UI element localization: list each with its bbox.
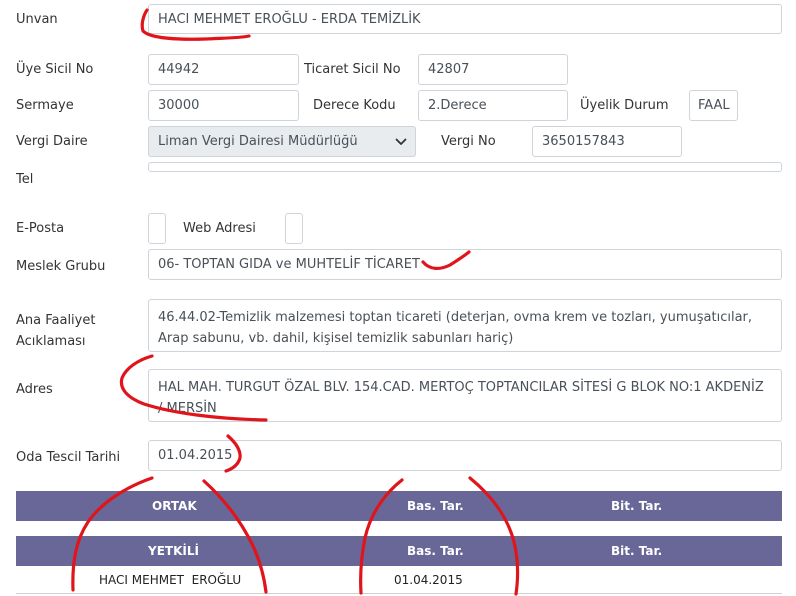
vergi-daire-value: Liman Vergi Dairesi Müdürlüğü — [158, 134, 358, 149]
meslek-grubu-field[interactable]: 06- TOPTAN GIDA ve MUHTELİF TİCARET — [148, 249, 782, 280]
sermaye-field[interactable]: 30000 — [148, 90, 299, 121]
chevron-down-icon — [395, 138, 407, 146]
ana-faaliyet-label: Ana Faaliyet Acıklaması — [16, 310, 95, 352]
vergi-no-label: Vergi No — [441, 134, 496, 149]
yetkili-header-name: YETKİLİ — [148, 544, 199, 558]
vergi-daire-label: Vergi Daire — [16, 134, 88, 149]
adres-label: Adres — [16, 382, 53, 397]
yetkili-name-cell: HACI MEHMET EROĞLU — [99, 573, 242, 587]
web-adresi-field[interactable] — [285, 213, 303, 244]
sermaye-label: Sermaye — [16, 98, 74, 113]
unvan-label: Unvan — [16, 12, 58, 27]
eposta-field[interactable] — [148, 213, 166, 244]
adres-field[interactable]: HAL MAH. TURGUT ÖZAL BLV. 154.CAD. MERTO… — [148, 369, 782, 422]
unvan-field[interactable]: HACI MEHMET EROĞLU - ERDA TEMİZLİK — [148, 4, 782, 34]
uyelik-durum-label: Üyelik Durum — [580, 98, 669, 113]
uye-sicil-label: Üye Sicil No — [16, 62, 94, 77]
ortak-header-name: ORTAK — [152, 499, 197, 513]
vergi-no-field[interactable]: 3650157843 — [532, 126, 682, 157]
uye-sicil-field[interactable]: 44942 — [148, 54, 299, 85]
yetkili-header-bit-tar: Bit. Tar. — [611, 544, 663, 558]
oda-tescil-field[interactable]: 01.04.2015 — [148, 440, 782, 471]
uyelik-durum-field[interactable]: FAAL — [689, 90, 738, 121]
yetkili-bas-tar-cell: 01.04.2015 — [394, 573, 463, 587]
ana-faaliyet-label-line2: Acıklaması — [16, 334, 86, 349]
ana-faaliyet-label-line1: Ana Faaliyet — [16, 313, 96, 328]
derece-kodu-field[interactable]: 2.Derece — [418, 90, 568, 121]
tel-label: Tel — [16, 172, 34, 187]
tel-field[interactable] — [148, 162, 782, 172]
vergi-daire-select[interactable]: Liman Vergi Dairesi Müdürlüğü — [148, 126, 416, 157]
ortak-header-bas-tar: Bas. Tar. — [407, 499, 464, 513]
yetkili-header-bas-tar: Bas. Tar. — [407, 544, 464, 558]
oda-tescil-label: Oda Tescil Tarihi — [16, 450, 121, 465]
web-adresi-label: Web Adresi — [183, 221, 256, 236]
ticaret-sicil-label: Ticaret Sicil No — [304, 62, 401, 77]
yetkili-table-header: YETKİLİ Bas. Tar. Bit. Tar. — [16, 536, 782, 566]
ticaret-sicil-field[interactable]: 42807 — [418, 54, 568, 85]
eposta-label: E-Posta — [16, 221, 65, 236]
ana-faaliyet-field[interactable]: 46.44.02-Temizlik malzemesi toptan ticar… — [148, 299, 782, 352]
meslek-grubu-label: Meslek Grubu — [16, 259, 106, 274]
ortak-header-bit-tar: Bit. Tar. — [611, 499, 663, 513]
derece-kodu-label: Derece Kodu — [313, 98, 396, 113]
ortak-table-header: ORTAK Bas. Tar. Bit. Tar. — [16, 491, 782, 521]
table-row-divider — [16, 593, 782, 594]
